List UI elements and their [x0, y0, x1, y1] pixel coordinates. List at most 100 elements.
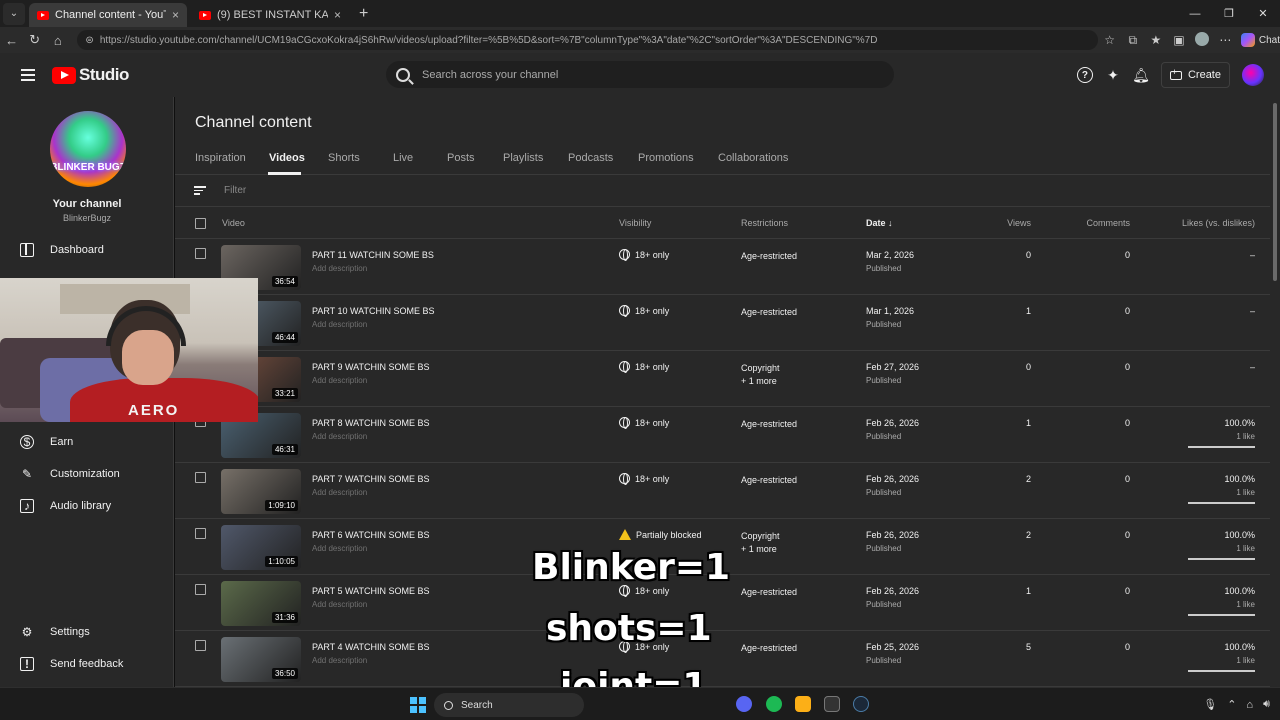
video-title[interactable]: PART 4 WATCHIN SOME BS [312, 642, 430, 652]
video-title[interactable]: PART 11 WATCHIN SOME BS [312, 250, 434, 260]
refresh-icon[interactable]: ↻ [23, 32, 46, 48]
hamburger-menu-icon[interactable] [21, 69, 35, 81]
more-menu-icon[interactable]: ⋯ [1214, 33, 1237, 47]
row-checkbox[interactable] [195, 248, 206, 259]
url-field[interactable]: ⊜ https://studio.youtube.com/channel/UCM… [77, 30, 1099, 50]
collections-icon[interactable]: ▣ [1167, 33, 1190, 47]
help-icon[interactable]: ? [1076, 67, 1093, 83]
video-description[interactable]: Add description [312, 544, 367, 553]
browser-tab-studio[interactable]: Channel content - YouTube Studio × [29, 3, 187, 27]
browser-tab-karma[interactable]: (9) BEST INSTANT KARMA MOMEN × [191, 3, 349, 27]
video-thumbnail[interactable]: 31:36 [221, 581, 301, 626]
copilot-chat-button[interactable]: Chat [1240, 33, 1280, 47]
scrollbar[interactable] [1270, 97, 1280, 687]
favorite-star-icon[interactable]: ☆ [1098, 33, 1121, 47]
video-title[interactable]: PART 9 WATCHIN SOME BS [312, 362, 430, 372]
close-tab-icon[interactable]: × [334, 8, 341, 22]
new-tab-icon[interactable]: + [359, 5, 368, 23]
tab-promotions[interactable]: Promotions [638, 152, 694, 164]
table-row[interactable]: 33:21 PART 9 WATCHIN SOME BS Add descrip… [175, 351, 1270, 407]
sidebar-item-audio-library[interactable]: ♪ Audio library [0, 491, 174, 521]
profile-avatar[interactable] [1191, 31, 1214, 49]
video-title[interactable]: PART 8 WATCHIN SOME BS [312, 418, 430, 428]
visibility-cell[interactable]: Partially blocked [619, 529, 702, 540]
video-description[interactable]: Add description [312, 600, 367, 609]
tab-playlists[interactable]: Playlists [503, 152, 543, 164]
restrictions-cell[interactable]: Age-restricted [741, 306, 797, 319]
restrictions-cell[interactable]: Age-restricted [741, 642, 797, 655]
col-comments[interactable]: Comments [1075, 218, 1130, 228]
spotify-icon[interactable] [766, 696, 782, 712]
sparkle-icon[interactable]: ✦ [1105, 67, 1121, 83]
minimize-icon[interactable]: — [1178, 0, 1212, 27]
tab-podcasts[interactable]: Podcasts [568, 152, 613, 164]
visibility-cell[interactable]: 18+ only [619, 473, 669, 485]
visibility-cell[interactable]: 18+ only [619, 361, 669, 373]
table-row[interactable]: 46:44 PART 10 WATCHIN SOME BS Add descri… [175, 295, 1270, 351]
row-checkbox[interactable] [195, 472, 206, 483]
sidebar-item-customization[interactable]: ✎ Customization [0, 459, 174, 489]
favorites-icon[interactable]: ★ [1144, 33, 1167, 47]
studio-logo[interactable]: Studio [52, 65, 129, 85]
table-row[interactable]: 1:09:10 PART 7 WATCHIN SOME BS Add descr… [175, 463, 1270, 519]
col-likes[interactable]: Likes (vs. dislikes) [1165, 218, 1255, 228]
back-icon[interactable]: ← [0, 33, 23, 48]
sidebar-item-send-feedback[interactable]: ! Send feedback [0, 649, 174, 679]
video-description[interactable]: Add description [312, 432, 367, 441]
video-description[interactable]: Add description [312, 320, 367, 329]
restore-icon[interactable]: ❐ [1212, 0, 1246, 27]
scroll-thumb[interactable] [1273, 103, 1277, 281]
restrictions-cell[interactable]: Age-restricted [741, 418, 797, 431]
video-title[interactable]: PART 5 WATCHIN SOME BS [312, 586, 430, 596]
video-description[interactable]: Add description [312, 656, 367, 665]
steam-icon[interactable] [853, 696, 869, 712]
network-icon[interactable]: ⌂ [1246, 699, 1253, 711]
create-button[interactable]: Create [1160, 62, 1230, 88]
visibility-cell[interactable]: 18+ only [619, 305, 669, 317]
epic-games-icon[interactable] [824, 696, 840, 712]
video-title[interactable]: PART 6 WATCHIN SOME BS [312, 530, 430, 540]
sidebar-item-settings[interactable]: ⚙ Settings [0, 617, 174, 647]
video-thumbnail[interactable]: 1:09:10 [221, 469, 301, 514]
restrictions-cell[interactable]: Copyright + 1 more [741, 362, 780, 388]
video-description[interactable]: Add description [312, 264, 367, 273]
col-date[interactable]: Date ↓ [866, 218, 893, 228]
video-description[interactable]: Add description [312, 488, 367, 497]
video-thumbnail[interactable]: 36:50 [221, 637, 301, 682]
rockstar-icon[interactable] [795, 696, 811, 712]
video-title[interactable]: PART 10 WATCHIN SOME BS [312, 306, 435, 316]
col-views[interactable]: Views [995, 218, 1031, 228]
tab-inspiration[interactable]: Inspiration [195, 152, 246, 164]
extensions-icon[interactable]: ⧉ [1121, 33, 1144, 48]
restrictions-cell[interactable]: Age-restricted [741, 586, 797, 599]
table-row[interactable]: 46:31 PART 8 WATCHIN SOME BS Add descrip… [175, 407, 1270, 463]
video-thumbnail[interactable]: 1:10:05 [221, 525, 301, 570]
visibility-cell[interactable]: 18+ only [619, 249, 669, 261]
close-window-icon[interactable]: ✕ [1246, 0, 1280, 27]
site-info-icon[interactable]: ⊜ [85, 35, 93, 46]
row-checkbox[interactable] [195, 640, 206, 651]
taskbar-search[interactable]: Search [434, 693, 584, 717]
tab-posts[interactable]: Posts [447, 152, 475, 164]
visibility-cell[interactable]: 18+ only [619, 417, 669, 429]
restrictions-cell[interactable]: Age-restricted [741, 474, 797, 487]
tab-actions-menu[interactable]: ⌄ [3, 2, 25, 25]
filter-icon[interactable] [194, 186, 206, 195]
sidebar-item-earn[interactable]: $ Earn [0, 427, 174, 457]
row-checkbox[interactable] [195, 584, 206, 595]
select-all-checkbox[interactable] [195, 218, 206, 229]
video-title[interactable]: PART 7 WATCHIN SOME BS [312, 474, 430, 484]
home-icon[interactable]: ⌂ [46, 33, 69, 48]
tab-shorts[interactable]: Shorts [328, 152, 360, 164]
row-checkbox[interactable] [195, 528, 206, 539]
windows-start-icon[interactable] [410, 697, 426, 713]
sidebar-item-dashboard[interactable]: Dashboard [0, 235, 174, 265]
filter-input[interactable] [224, 185, 524, 196]
table-row[interactable]: 36:54 PART 11 WATCHIN SOME BS Add descri… [175, 239, 1270, 295]
tab-collaborations[interactable]: Collaborations [718, 152, 788, 164]
restrictions-cell[interactable]: Copyright + 1 more [741, 530, 780, 556]
microphone-icon[interactable]: 🎙︎ [1203, 698, 1217, 711]
tab-videos[interactable]: Videos [269, 152, 305, 164]
tab-live[interactable]: Live [393, 152, 413, 164]
discord-icon[interactable] [736, 696, 752, 712]
